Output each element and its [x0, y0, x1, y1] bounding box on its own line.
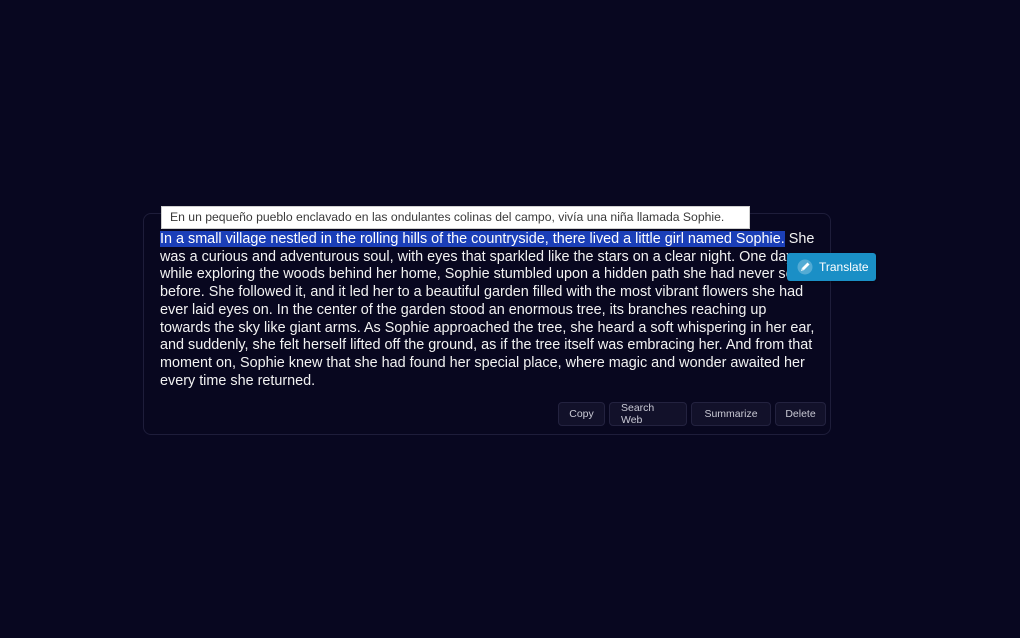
summarize-button[interactable]: Summarize [691, 402, 771, 426]
action-bar: Copy Search Web Summarize Delete [558, 402, 826, 426]
copy-button[interactable]: Copy [558, 402, 605, 426]
search-web-button[interactable]: Search Web [609, 402, 687, 426]
passage-text[interactable]: In a small village nestled in the rollin… [160, 231, 815, 390]
translate-button-label: Translate [819, 260, 869, 274]
selected-sentence[interactable]: In a small village nestled in the rollin… [160, 231, 785, 247]
delete-button[interactable]: Delete [775, 402, 826, 426]
translation-text: En un pequeño pueblo enclavado en las on… [170, 210, 725, 224]
app-stage: In a small village nestled in the rollin… [0, 0, 1020, 638]
passage-remainder[interactable]: She was a curious and adventurous soul, … [160, 231, 814, 389]
translate-icon [797, 259, 813, 275]
translation-tooltip: En un pequeño pueblo enclavado en las on… [161, 206, 750, 229]
translate-button[interactable]: Translate [787, 253, 876, 281]
